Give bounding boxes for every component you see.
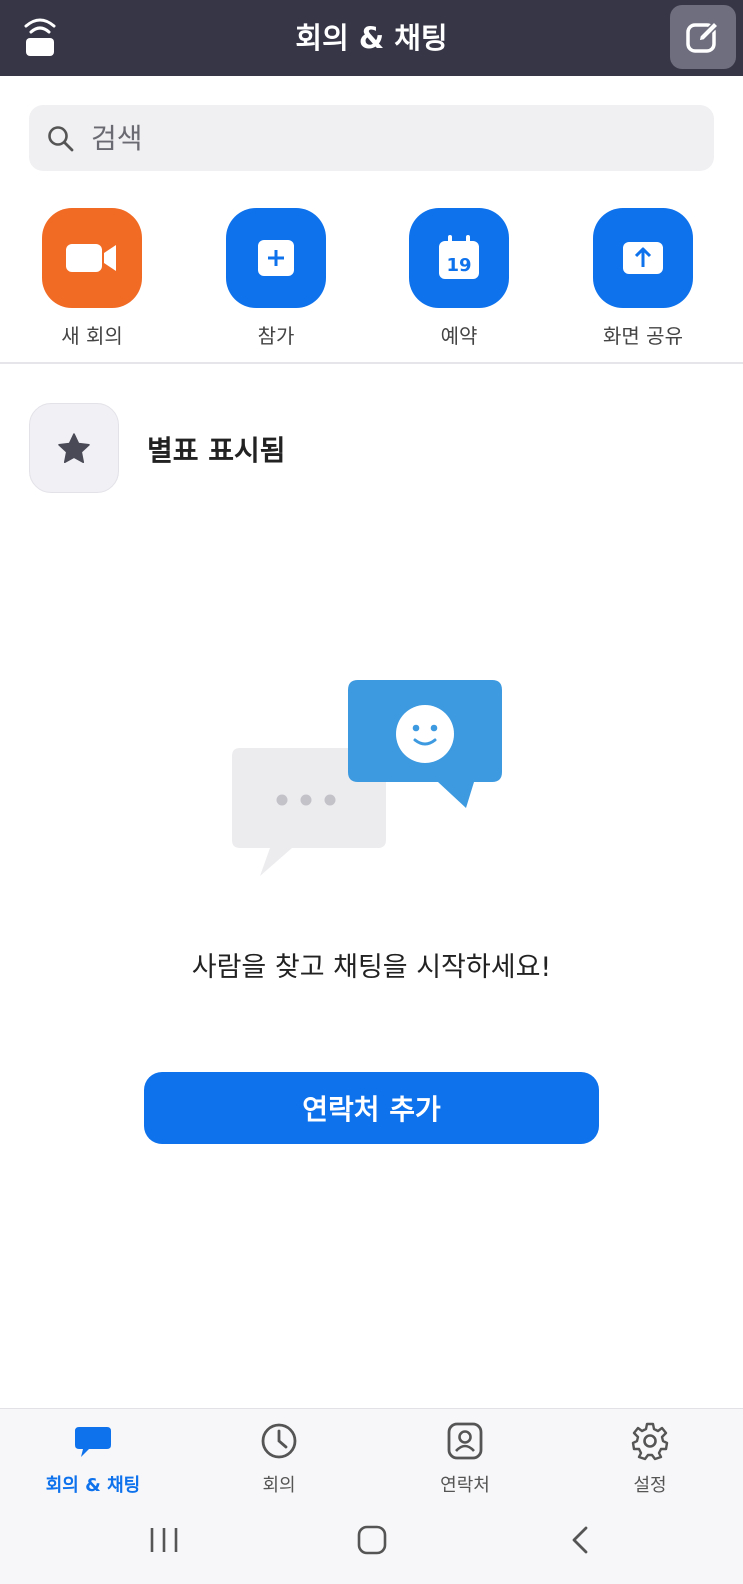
calendar-day-text: 19 — [446, 255, 471, 276]
share-screen-label: 화면 공유 — [603, 324, 683, 348]
tab-meetings-label: 회의 — [262, 1475, 296, 1496]
back-icon — [572, 1526, 588, 1554]
plus-icon — [258, 240, 294, 276]
system-navigation-bar — [0, 1498, 743, 1584]
schedule-button[interactable]: 19 — [409, 208, 509, 308]
join-button[interactable] — [226, 208, 326, 308]
chat-bubbles-illustration — [232, 680, 502, 876]
share-screen-action[interactable]: 화면 공유 — [558, 208, 728, 349]
tab-contacts-label: 연락처 — [440, 1475, 490, 1496]
home-button[interactable] — [342, 1520, 402, 1560]
tab-meetings-chat-label: 회의 & 채팅 — [45, 1475, 141, 1496]
new-meeting-label: 새 회의 — [61, 324, 123, 348]
calendar-icon: 19 — [439, 235, 479, 279]
bottom-tab-bar: 회의 & 채팅 회의 연락처 설정 — [0, 1408, 743, 1498]
compose-button[interactable] — [670, 5, 736, 69]
share-screen-button[interactable] — [593, 208, 693, 308]
join-label: 참가 — [257, 324, 295, 348]
search-input[interactable] — [91, 105, 691, 171]
starred-label: 별표 표시됨 — [147, 434, 286, 467]
gear-icon — [631, 1422, 669, 1461]
quick-actions: 새 회의 참가 19 예약 화면 공유 — [0, 208, 743, 358]
top-header: 회의 & 채팅 — [0, 0, 743, 76]
section-divider — [0, 362, 743, 364]
search-bar[interactable] — [29, 105, 714, 171]
schedule-label: 예약 — [440, 324, 478, 348]
tab-settings-label: 설정 — [633, 1475, 667, 1496]
share-screen-icon — [623, 242, 663, 274]
new-meeting-action[interactable]: 새 회의 — [7, 208, 177, 349]
edit-icon — [686, 20, 720, 53]
page-title: 회의 & 채팅 — [295, 21, 448, 55]
star-icon — [58, 433, 90, 463]
home-icon — [357, 1525, 387, 1555]
starred-badge — [29, 403, 119, 493]
add-contact-button[interactable]: 연락처 추가 — [144, 1072, 599, 1144]
starred-item[interactable]: 별표 표시됨 — [29, 403, 629, 493]
clock-icon — [261, 1423, 297, 1459]
search-icon — [48, 126, 74, 152]
join-action[interactable]: 참가 — [191, 208, 361, 349]
tab-contacts[interactable]: 연락처 — [372, 1409, 558, 1499]
recent-apps-button[interactable] — [134, 1520, 194, 1560]
schedule-action[interactable]: 19 예약 — [374, 208, 544, 349]
back-button[interactable] — [550, 1520, 610, 1560]
video-camera-icon — [66, 244, 116, 272]
recent-apps-icon — [150, 1528, 178, 1552]
empty-state-message: 사람을 찾고 채팅을 시작하세요! — [191, 952, 552, 983]
tab-settings[interactable]: 설정 — [557, 1409, 743, 1499]
contact-icon — [447, 1422, 483, 1460]
tab-meetings-chat[interactable]: 회의 & 채팅 — [0, 1409, 186, 1499]
chat-bubble-icon — [75, 1427, 111, 1457]
tab-meetings[interactable]: 회의 — [186, 1409, 372, 1499]
new-meeting-button[interactable] — [42, 208, 142, 308]
